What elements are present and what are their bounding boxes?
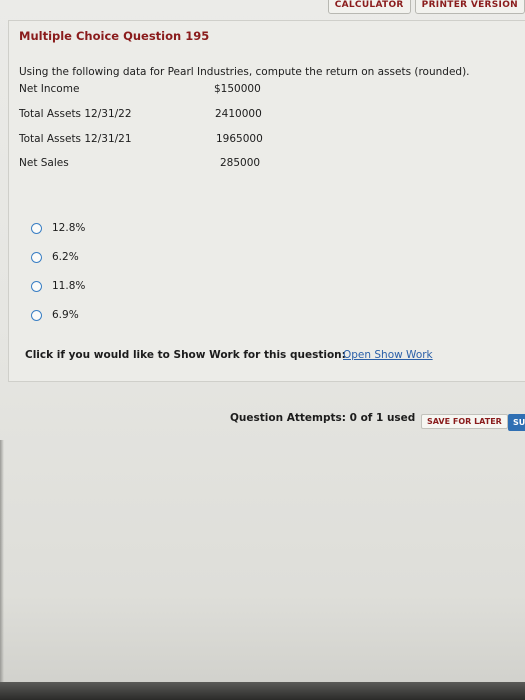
- data-value: 285000: [220, 157, 261, 169]
- data-value: 2410000: [215, 108, 262, 120]
- option-label: 6.2%: [52, 251, 79, 263]
- show-work-row: Click if you would like to Show Work for…: [25, 349, 433, 361]
- radio-button[interactable]: [31, 222, 42, 234]
- open-show-work-link[interactable]: Open Show Work: [343, 349, 433, 361]
- question-prompt: Using the following data for Pearl Indus…: [19, 66, 470, 78]
- data-label: Total Assets 12/31/22: [19, 108, 132, 120]
- data-value: $150000: [214, 83, 261, 95]
- option-label: 6.9%: [52, 309, 79, 321]
- radio-button[interactable]: [31, 309, 42, 321]
- radio-button[interactable]: [31, 280, 42, 292]
- printer-version-button[interactable]: PRINTER VERSION: [414, 0, 525, 14]
- top-toolbar: CALCULATOR PRINTER VERSION: [327, 0, 525, 14]
- radio-button[interactable]: [31, 251, 42, 263]
- question-title: Multiple Choice Question 195: [19, 29, 210, 43]
- data-value: 1965000: [216, 133, 263, 145]
- quiz-screen: CALCULATOR PRINTER VERSION Multiple Choi…: [0, 0, 525, 700]
- calculator-button[interactable]: CALCULATOR: [327, 0, 411, 14]
- answer-option[interactable]: 6.2%: [31, 251, 79, 263]
- question-attempts: Question Attempts: 0 of 1 used: [230, 412, 416, 424]
- option-label: 12.8%: [52, 222, 86, 234]
- answer-option[interactable]: 11.8%: [31, 280, 85, 292]
- show-work-label: Click if you would like to Show Work for…: [25, 349, 346, 361]
- answer-option[interactable]: 12.8%: [31, 222, 85, 234]
- data-label: Total Assets 12/31/21: [19, 133, 132, 145]
- answer-option[interactable]: 6.9%: [31, 309, 79, 321]
- save-for-later-button[interactable]: SAVE FOR LATER: [421, 414, 508, 429]
- option-label: 11.8%: [52, 280, 86, 292]
- question-panel: Multiple Choice Question 195 Using the f…: [8, 20, 525, 382]
- data-label: Net Sales: [19, 157, 69, 169]
- submit-button[interactable]: SU: [508, 414, 525, 431]
- data-label: Net Income: [19, 83, 80, 95]
- monitor-bezel: [0, 682, 525, 700]
- screen-edge: [0, 440, 4, 690]
